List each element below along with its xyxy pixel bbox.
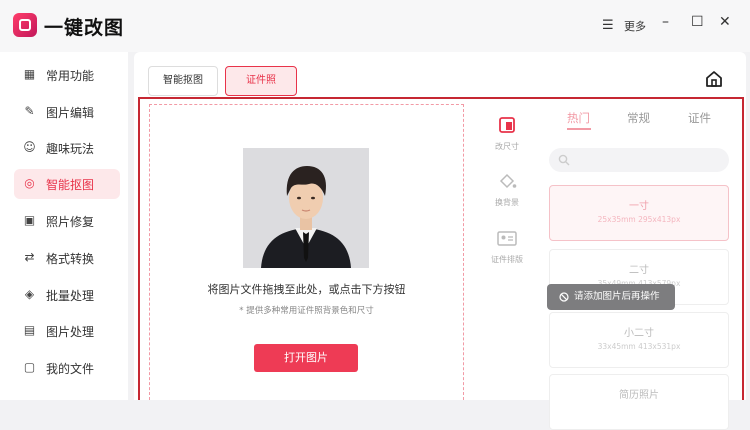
drop-instruction: 将图片文件拖拽至此处，或点击下方按钮 [207, 283, 406, 296]
prohibited-icon [559, 292, 569, 302]
grid-icon: ▦ [23, 67, 36, 81]
search-icon [558, 154, 570, 166]
tab-smart-cutout[interactable]: 智能抠图 [148, 66, 218, 96]
file-icon: ▢ [23, 360, 36, 374]
category-tab-popular[interactable]: 热门 [567, 110, 590, 126]
tool-label: 证件排版 [491, 255, 523, 264]
sidebar-item-batch[interactable]: ◈ 批量处理 [14, 280, 120, 310]
category-tab-certificate[interactable]: 证件 [688, 110, 711, 126]
tab-id-photo[interactable]: 证件照 [225, 66, 297, 96]
sample-portrait-image [243, 148, 369, 268]
id-card-icon [497, 231, 517, 246]
sidebar-item-photo-repair[interactable]: ▣ 照片修复 [14, 206, 120, 236]
sidebar-item-label: 批量处理 [46, 289, 95, 303]
active-tab-indicator [567, 128, 591, 130]
minimize-icon[interactable]: – [662, 14, 669, 30]
size-name: 小二寸 [624, 328, 654, 339]
size-card-resume[interactable]: 简历照片 [549, 374, 729, 430]
edit-icon: ✎ [24, 104, 35, 118]
app-logo-icon [13, 13, 37, 37]
image-icon: ▤ [23, 323, 36, 337]
crop-icon [499, 117, 515, 133]
sidebar-item-label: 格式转换 [46, 252, 95, 266]
sidebar-item-fun[interactable]: ☺ 趣味玩法 [14, 133, 120, 163]
size-name: 简历照片 [619, 390, 659, 401]
open-image-button[interactable]: 打开图片 [254, 344, 358, 372]
app-title: 一键改图 [44, 17, 125, 39]
sidebar-item-label: 趣味玩法 [46, 142, 95, 156]
category-tab-regular[interactable]: 常规 [627, 110, 650, 126]
fill-bucket-icon [499, 173, 517, 189]
tool-label: 改尺寸 [495, 142, 519, 151]
tool-change-background[interactable]: 换背景 [482, 172, 532, 208]
home-icon[interactable] [705, 70, 723, 88]
tool-label: 换背景 [495, 198, 519, 207]
toast-text: 请添加图片后再操作 [574, 291, 660, 302]
drop-hint: * 提供多种常用证件照背景色和尺寸 [239, 306, 374, 316]
layers-icon: ◈ [24, 287, 35, 301]
sidebar-item-image-edit[interactable]: ✎ 图片编辑 [14, 97, 120, 127]
size-name: 二寸 [629, 265, 649, 276]
sidebar-item-label: 图片编辑 [46, 106, 95, 120]
size-detail: 25x35mm 295x413px [597, 215, 681, 224]
sidebar-item-my-files[interactable]: ▢ 我的文件 [14, 353, 120, 383]
sidebar-item-common[interactable]: ▦ 常用功能 [14, 60, 120, 90]
convert-icon: ⇄ [24, 250, 35, 264]
size-name: 一寸 [629, 201, 649, 212]
person-icon: ☺ [23, 140, 36, 154]
size-detail: 33x45mm 413x531px [597, 342, 681, 351]
tool-id-layout[interactable]: 证件排版 [482, 229, 532, 265]
sidebar-item-label: 我的文件 [46, 362, 95, 376]
sidebar-item-label: 图片处理 [46, 325, 95, 339]
target-icon: ◎ [24, 176, 35, 190]
title-bar: 一键改图 ☰ 更多 – ☐ ✕ [0, 0, 750, 52]
sidebar-item-format-convert[interactable]: ⇄ 格式转换 [14, 243, 120, 273]
sidebar-item-smart-cutout[interactable]: ◎ 智能抠图 [14, 169, 120, 199]
sidebar-item-image-process[interactable]: ▤ 图片处理 [14, 316, 120, 346]
sidebar-item-label: 照片修复 [46, 215, 95, 229]
repair-icon: ▣ [23, 213, 36, 227]
toast-message: 请添加图片后再操作 [547, 284, 675, 310]
menu-icon[interactable]: ☰ [602, 18, 614, 33]
close-icon[interactable]: ✕ [719, 14, 731, 30]
sidebar-item-label: 智能抠图 [46, 178, 95, 192]
sidebar-item-label: 常用功能 [46, 69, 95, 83]
sidebar: ▦ 常用功能 ✎ 图片编辑 ☺ 趣味玩法 ◎ 智能抠图 ▣ 照片修复 ⇄ 格式转… [0, 52, 128, 400]
tool-resize[interactable]: 改尺寸 [482, 116, 532, 152]
more-menu-button[interactable]: 更多 [624, 18, 646, 34]
size-card-small-2inch[interactable]: 小二寸 33x45mm 413x531px [549, 312, 729, 368]
maximize-icon[interactable]: ☐ [691, 14, 704, 30]
size-card-1inch[interactable]: 一寸 25x35mm 295x413px [549, 185, 729, 241]
size-search-input[interactable] [549, 148, 729, 172]
